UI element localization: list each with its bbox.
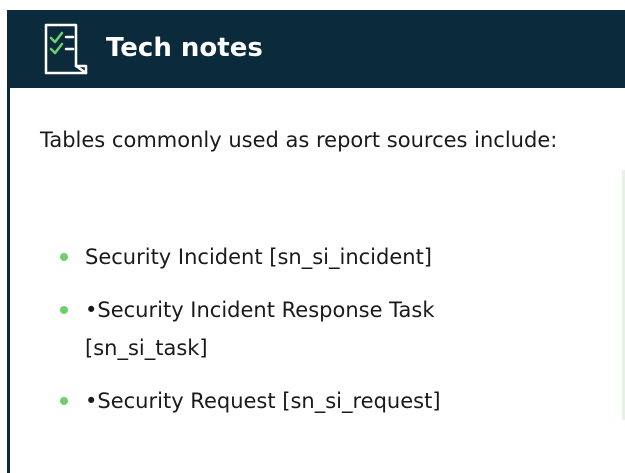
tech-notes-card: Tech notes Tables commonly used as repor… (7, 10, 625, 473)
bullet-dot-icon (60, 397, 68, 405)
page-title: Tech notes (106, 33, 263, 63)
bullet-dot-icon (60, 253, 68, 261)
list-item-label: •Security Incident Response Task [sn_si_… (85, 298, 435, 360)
list-item-label: •Security Request [sn_si_request] (85, 389, 441, 413)
list-item-label: Security Incident [sn_si_incident] (85, 245, 432, 269)
list-item: Security Incident [sn_si_incident] (60, 238, 540, 276)
tech-notes-header: Tech notes (10, 10, 625, 88)
tech-notes-page: Tech notes Tables commonly used as repor… (0, 0, 625, 473)
intro-text: Tables commonly used as report sources i… (40, 128, 558, 152)
list-item: •Security Request [sn_si_request] (60, 382, 540, 420)
report-source-list: Security Incident [sn_si_incident] •Secu… (60, 238, 540, 435)
checklist-document-icon (44, 23, 88, 75)
bullet-dot-icon (60, 306, 68, 314)
list-item: •Security Incident Response Task [sn_si_… (60, 291, 540, 367)
